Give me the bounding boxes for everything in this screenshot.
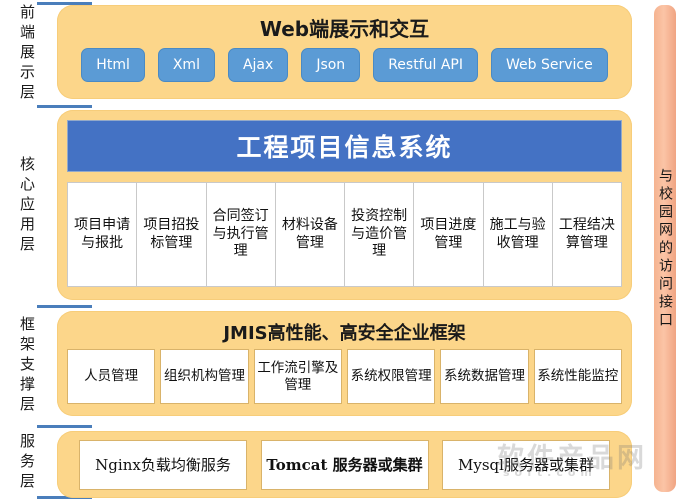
core-module-bidding[interactable]: 项目招投标管理 [137,183,207,286]
panel-framework: JMIS高性能、高安全企业框架 人员管理 组织机构管理 工作流引擎及管理 系统权… [57,311,632,416]
layer-label-service: 服务层 [18,433,36,493]
chip-restful-api[interactable]: Restful API [373,48,478,82]
campus-network-interface-bar: 与校园网的访问接口 [654,5,676,492]
layer-label-framework: 框架支撑层 [18,315,36,416]
service-box-mysql[interactable]: Mysql服务器或集群 [442,440,610,490]
frontend-title: Web端展示和交互 [259,17,430,41]
framework-box-personnel[interactable]: 人员管理 [67,349,156,404]
framework-box-permissions[interactable]: 系统权限管理 [346,349,436,404]
core-module-strip: 项目申请与报批 项目招投标管理 合同签订与执行管理 材料设备管理 投资控制与造价… [67,182,622,287]
layer-label-core: 核心应用层 [18,155,36,256]
chip-html[interactable]: Html [81,48,145,82]
service-box-tomcat[interactable]: Tomcat 服务器或集群 [260,440,429,490]
chip-web-service[interactable]: Web Service [490,48,608,82]
core-module-construction-acceptance[interactable]: 施工与验收管理 [484,183,553,286]
campus-network-interface-label: 与校园网的访问接口 [657,167,673,330]
panel-service: Nginx负载均衡服务 Tomcat 服务器或集群 Mysql服务器或集群 [57,431,632,498]
panel-frontend: Web端展示和交互 Html Xml Ajax Json Restful API… [57,5,632,99]
core-module-settlement[interactable]: 工程结决算管理 [553,183,621,286]
core-system-banner: 工程项目信息系统 [67,120,622,172]
framework-box-system-data[interactable]: 系统数据管理 [440,349,529,404]
framework-box-performance-monitor[interactable]: 系统性能监控 [533,349,622,404]
chip-xml[interactable]: Xml [157,48,215,82]
core-module-material-equipment[interactable]: 材料设备管理 [276,183,345,286]
layer-label-frontend: 前端展示层 [18,4,36,104]
chip-ajax[interactable]: Ajax [227,48,289,82]
service-box-nginx[interactable]: Nginx负载均衡服务 [79,440,247,490]
framework-title: JMIS高性能、高安全企业框架 [223,323,466,344]
core-module-investment-cost[interactable]: 投资控制与造价管理 [345,183,415,286]
chip-json[interactable]: Json [301,48,361,82]
frontend-chip-row: Html Xml Ajax Json Restful API Web Servi… [57,46,632,84]
framework-box-workflow-engine[interactable]: 工作流引擎及管理 [253,349,342,404]
core-module-contract[interactable]: 合同签订与执行管理 [207,183,276,286]
architecture-diagram: 前端展示层 核心应用层 框架支撑层 服务层 Web端展示和交互 Html Xml… [0,0,681,500]
framework-box-organization[interactable]: 组织机构管理 [160,349,249,404]
framework-box-row: 人员管理 组织机构管理 工作流引擎及管理 系统权限管理 系统数据管理 系统性能监… [67,349,622,404]
core-module-project-application[interactable]: 项目申请与报批 [68,183,138,286]
core-module-progress[interactable]: 项目进度管理 [414,183,484,286]
service-box-row: Nginx负载均衡服务 Tomcat 服务器或集群 Mysql服务器或集群 [79,440,610,490]
panel-core: 工程项目信息系统 项目申请与报批 项目招投标管理 合同签订与执行管理 材料设备管… [57,110,632,300]
